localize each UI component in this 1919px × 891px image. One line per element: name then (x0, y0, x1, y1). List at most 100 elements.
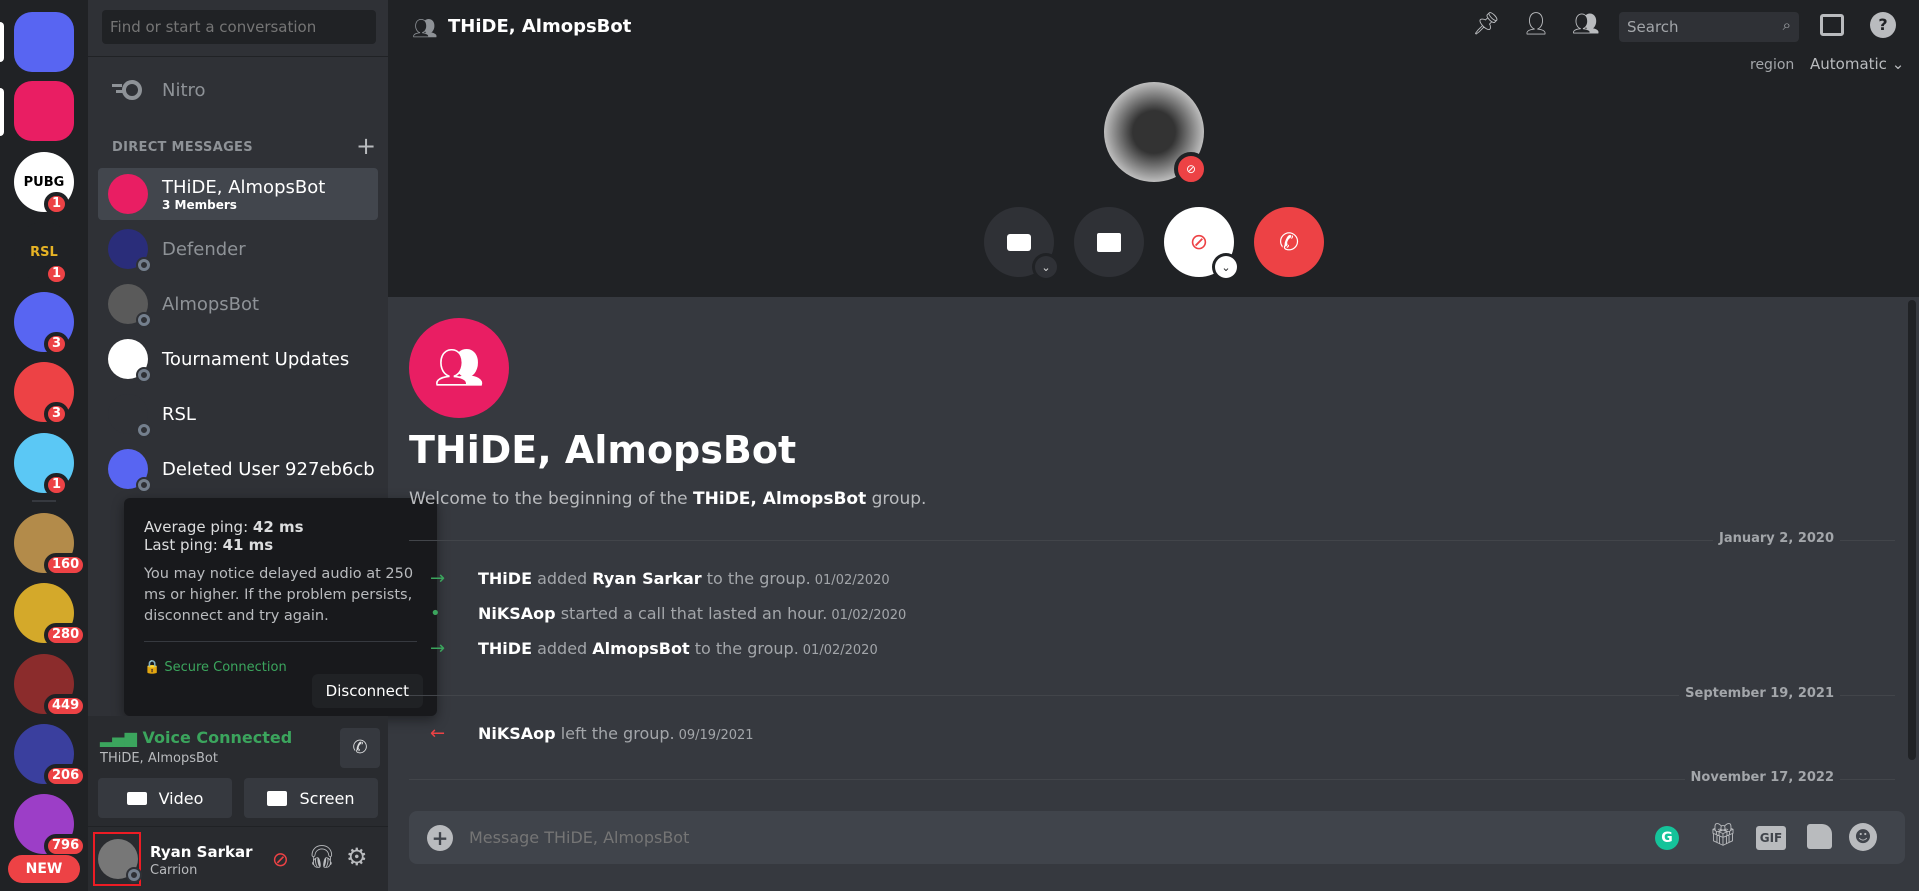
signal-icon: ▂▄▆ (100, 728, 143, 747)
grammarly-icon[interactable]: G (1655, 826, 1679, 850)
message-composer: + G 🎁︎ GIF ☻ (409, 811, 1905, 864)
user-avatar[interactable] (98, 839, 142, 883)
pin-icon[interactable]: 📌︎ (1472, 12, 1500, 37)
inbox-icon[interactable] (1820, 14, 1844, 36)
actor[interactable]: THiDE (478, 569, 532, 588)
dm-item[interactable]: Tournament Updates (98, 333, 378, 385)
dm-item[interactable]: Defender (98, 223, 378, 275)
action: started a call that lasted an hour. (555, 604, 828, 623)
server-rail: PUBG 1 RSL 1 3 3 1 160 280 449 206 796 NEW (0, 0, 88, 891)
screen-share-icon (1097, 232, 1121, 252)
status-icon (136, 257, 152, 273)
add-friend-icon[interactable]: 👤︎ (1522, 12, 1550, 37)
target[interactable]: AlmopsBot (592, 639, 689, 658)
unread-badge: 1 (44, 262, 70, 286)
dm-avatar (108, 339, 152, 383)
call-area: 👥︎ THiDE, AlmopsBot 📌︎ 👤︎ 👥︎ Search ⌕ ? r… (388, 0, 1919, 297)
welcome-suffix: group. (866, 489, 927, 509)
actor[interactable]: NiKSAop (478, 604, 556, 623)
find-conversation-input[interactable] (102, 10, 376, 44)
gift-icon[interactable]: 🎁︎ (1709, 823, 1737, 848)
dm-avatar (108, 174, 148, 214)
search-input[interactable]: Search ⌕ (1619, 12, 1799, 42)
dm-name: Defender (162, 238, 246, 260)
unread-badge: 1 (44, 473, 70, 497)
mic-muted-icon: ⊘ (1189, 229, 1209, 255)
status-icon (136, 477, 152, 493)
mic-muted-icon[interactable]: ⊘ (272, 847, 289, 871)
divider (88, 56, 388, 57)
actor[interactable]: NiKSAop (478, 724, 556, 743)
avg-ping-label: Average ping: (144, 518, 249, 536)
leave-call-button[interactable]: ✆ (1254, 207, 1324, 277)
user-panel: Ryan Sarkar Carrion ⊘ 🎧︎ ⚙ (88, 826, 388, 891)
emoji-icon[interactable]: ☻ (1849, 823, 1877, 851)
server-icon-home[interactable] (14, 12, 74, 72)
dm-item[interactable]: AlmopsBot (98, 278, 378, 330)
chevron-down-icon[interactable]: ⌄ (1212, 253, 1240, 281)
screen-share-button[interactable]: Screen (244, 778, 378, 818)
last-ping-value: 41 ms (222, 536, 274, 554)
unread-badge: 280 (44, 623, 88, 647)
region-select[interactable]: Automatic ⌄ (1810, 55, 1904, 73)
camera-button[interactable]: ⌄ (984, 207, 1060, 281)
dm-name: Tournament Updates (162, 348, 350, 370)
secure-connection[interactable]: 🔒 Secure Connection (144, 660, 417, 675)
lock-icon: 🔒 (144, 660, 161, 675)
active-indicator (0, 22, 4, 62)
dm-name: AlmopsBot (162, 293, 260, 315)
video-label: Video (158, 788, 204, 808)
dm-avatar (108, 229, 152, 273)
screen-share-button[interactable] (1074, 207, 1144, 277)
new-badge[interactable]: NEW (8, 855, 80, 883)
actor[interactable]: THiDE (478, 639, 532, 658)
main-area: 👥︎ THiDE, AlmopsBot 📌︎ 👤︎ 👥︎ Search ⌕ ? r… (388, 0, 1919, 891)
timestamp: 01/02/2020 (802, 643, 878, 658)
nitro-item[interactable]: Nitro (98, 64, 378, 116)
dm-text: AlmopsBot (162, 294, 259, 315)
video-button[interactable]: Video (98, 778, 232, 818)
date-label: November 17, 2022 (1684, 770, 1840, 785)
dm-members: 3 Members (162, 197, 237, 212)
settings-gear-icon[interactable]: ⚙ (346, 843, 368, 871)
welcome-text: Welcome to the beginning of the THiDE, A… (409, 489, 926, 509)
gif-button[interactable]: GIF (1756, 826, 1786, 850)
create-dm-plus-icon[interactable]: + (356, 132, 376, 160)
chat-title: THiDE, AlmopsBot (409, 428, 797, 472)
dm-item[interactable]: THiDE, AlmopsBot 3 Members (98, 168, 378, 220)
welcome-prefix: Welcome to the beginning of the (409, 489, 694, 509)
headphones-icon[interactable]: 🎧︎ (308, 845, 336, 870)
help-icon[interactable]: ? (1870, 12, 1896, 38)
target[interactable]: Ryan Sarkar (592, 569, 701, 588)
search-placeholder: Search (1627, 18, 1679, 36)
active-indicator (0, 88, 4, 136)
voice-status: ▂▄▆ Voice Connected (100, 728, 292, 747)
chevron-down-icon[interactable]: ⌄ (1032, 253, 1060, 281)
mute-button[interactable]: ⊘ ⌄ (1164, 207, 1240, 281)
dm-item[interactable]: RSL (98, 388, 378, 440)
dm-text: Tournament Updates (162, 349, 349, 370)
dm-avatar (108, 284, 152, 328)
dm-name: THiDE, AlmopsBot (162, 176, 326, 198)
leave-arrow-icon: ← (430, 723, 446, 744)
message-input[interactable] (469, 819, 1469, 855)
voice-status-label: Voice Connected (142, 728, 293, 747)
dm-avatar (108, 449, 152, 493)
dm-name: RSL (162, 403, 196, 425)
screen-share-icon (267, 790, 288, 806)
call-icon: • (430, 603, 441, 624)
screen-label: Screen (299, 788, 355, 808)
member-list-icon[interactable]: 👥︎ (1572, 12, 1600, 37)
disconnect-call-icon[interactable]: ✆ (340, 728, 380, 768)
unread-badge: 206 (44, 764, 88, 788)
camera-icon (1007, 233, 1031, 251)
sticker-icon[interactable] (1807, 824, 1832, 849)
participant-avatar[interactable]: ⊘ (1104, 82, 1208, 186)
system-message: NiKSAop left the group. 09/19/2021 (478, 724, 754, 743)
server-icon-group-call[interactable] (14, 81, 74, 141)
scrollbar[interactable] (1908, 300, 1916, 760)
avg-ping-value: 42 ms (252, 518, 304, 536)
dm-text: THiDE, AlmopsBot 3 Members (162, 177, 325, 212)
dm-item[interactable]: Deleted User 927eb6cb (98, 443, 378, 495)
attach-plus-icon[interactable]: + (427, 825, 453, 851)
